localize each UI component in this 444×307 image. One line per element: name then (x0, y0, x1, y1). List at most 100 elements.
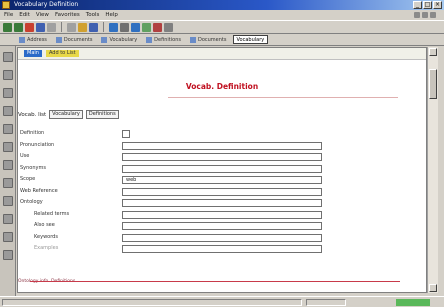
page-content: Main Add to List Vocab. Definition Vocab… (17, 47, 427, 293)
form-labels: Definition Pronunciation Use Synonyms Sc… (20, 128, 116, 255)
cursor-tool-icon[interactable] (3, 52, 13, 62)
menu-tools[interactable]: Tools (86, 10, 100, 20)
browser-icon (2, 1, 10, 9)
page-icon (19, 36, 25, 43)
also-see-field[interactable] (122, 222, 322, 230)
security-zone-icon (396, 299, 430, 306)
vocabulary-view-button[interactable]: Vocabulary (49, 110, 83, 119)
links-bar: Address Documents Vocabulary Definitions… (0, 34, 444, 46)
label-pronunciation: Pronunciation (20, 141, 55, 148)
edit-icon[interactable] (131, 22, 140, 32)
form-fields: web (122, 130, 322, 257)
back-icon[interactable] (3, 22, 12, 32)
footer-divider (30, 281, 400, 282)
label-also-see: Also see (34, 222, 55, 228)
page-icon (189, 36, 196, 43)
label-scope: Scope (20, 176, 36, 182)
form-tool-icon[interactable] (3, 160, 13, 170)
menu-edit[interactable]: Edit (19, 10, 30, 20)
windows-logo-icon (430, 12, 436, 18)
menu-favorites[interactable]: Favorites (55, 10, 80, 20)
preview-tool-icon[interactable] (3, 232, 13, 242)
scope-field[interactable]: web (122, 176, 322, 184)
use-field[interactable] (122, 153, 322, 161)
ontology-field[interactable] (122, 199, 322, 207)
discuss-icon[interactable] (142, 22, 151, 32)
label-web-reference: Web Reference (20, 187, 58, 194)
links-icon[interactable] (414, 12, 420, 18)
label-synonyms: Synonyms (20, 164, 46, 171)
forward-icon[interactable] (14, 22, 23, 32)
menu-view[interactable]: View (36, 10, 49, 20)
layer-tool-icon[interactable] (3, 178, 13, 188)
shape-tool-icon[interactable] (3, 88, 13, 98)
status-text-pane (2, 299, 302, 306)
view-selector: Vocab. list Vocabulary Definitions (18, 110, 119, 119)
print-icon[interactable] (120, 22, 129, 32)
main-button[interactable]: Main (24, 50, 42, 57)
link-definitions[interactable]: Definitions (143, 35, 184, 44)
window-title: Vocabulary Definition (14, 1, 79, 8)
settings-tool-icon[interactable] (3, 250, 13, 260)
close-button[interactable]: × (433, 1, 442, 9)
maximize-button[interactable]: □ (423, 1, 432, 9)
add-to-list-link[interactable]: Add to List (45, 50, 79, 57)
page-icon (146, 36, 153, 43)
table-tool-icon[interactable] (3, 124, 13, 134)
scroll-down-arrow[interactable] (429, 284, 437, 292)
history-icon[interactable] (89, 22, 98, 32)
label-examples: Examples (34, 245, 59, 251)
page-icon (101, 36, 108, 43)
image-tool-icon[interactable] (3, 106, 13, 116)
frame-tool-icon[interactable] (3, 214, 13, 224)
content-header: Main Add to List (18, 48, 426, 60)
link-address[interactable]: Address (16, 35, 50, 44)
mail-icon[interactable] (109, 22, 118, 32)
window-titlebar: Vocabulary Definition _ □ × (0, 0, 444, 10)
research-icon[interactable] (164, 22, 173, 32)
title-divider (168, 97, 398, 98)
pronunciation-field[interactable] (122, 141, 322, 150)
label-use: Use (20, 153, 30, 159)
keywords-field[interactable] (122, 233, 322, 242)
link-tool-icon[interactable] (3, 142, 13, 152)
go-icon[interactable] (422, 12, 428, 18)
link-vocabulary-active[interactable]: Vocabulary (232, 35, 269, 44)
messenger-icon[interactable] (153, 22, 162, 32)
window-controls: _ □ × (413, 1, 442, 9)
standard-toolbar (0, 20, 444, 34)
label-definition: Definition (20, 130, 45, 136)
view-label: Vocab. list (18, 111, 47, 118)
definitions-view-button[interactable]: Definitions (85, 110, 119, 119)
web-reference-field[interactable] (122, 187, 322, 196)
page-title: Vocab. Definition (185, 82, 259, 91)
status-progress-pane (306, 299, 346, 306)
stop-icon[interactable] (25, 22, 34, 32)
scroll-up-arrow[interactable] (429, 48, 437, 56)
status-bar (0, 296, 444, 307)
page-icon (55, 36, 62, 43)
menu-bar: File Edit View Favorites Tools Help (0, 10, 444, 20)
search-icon[interactable] (67, 22, 76, 32)
scroll-thumb[interactable] (429, 69, 437, 99)
label-ontology: Ontology (20, 199, 43, 205)
related-terms-field[interactable] (122, 210, 322, 219)
link-vocabulary[interactable]: Vocabulary (98, 35, 140, 44)
menu-file[interactable]: File (4, 10, 13, 20)
examples-field[interactable] (122, 245, 322, 253)
left-tool-panel (0, 46, 16, 296)
text-tool-icon[interactable] (3, 70, 13, 80)
minimize-button[interactable]: _ (413, 1, 422, 9)
link-documents-2[interactable]: Documents (187, 35, 230, 44)
synonyms-field[interactable] (122, 164, 322, 173)
vertical-scrollbar[interactable] (427, 47, 438, 293)
definition-checkbox[interactable] (122, 130, 130, 138)
refresh-icon[interactable] (36, 22, 45, 32)
color-tool-icon[interactable] (3, 196, 13, 206)
favorites-icon[interactable] (78, 22, 87, 32)
menu-help[interactable]: Help (105, 10, 118, 20)
link-documents[interactable]: Documents (53, 35, 96, 44)
home-icon[interactable] (47, 22, 56, 32)
toolbar-divider (103, 22, 104, 32)
menu-right-tools (414, 12, 436, 18)
